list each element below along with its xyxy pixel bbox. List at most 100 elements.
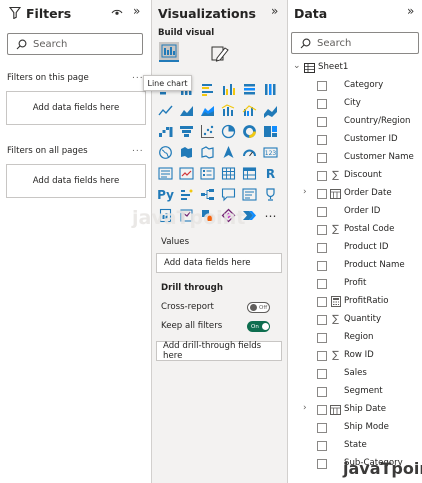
- map-icon[interactable]: [158, 145, 173, 160]
- field-item[interactable]: Product ID: [296, 239, 422, 257]
- slicer-icon[interactable]: [200, 166, 215, 181]
- field-checkbox[interactable]: [317, 243, 327, 253]
- drill-through-well[interactable]: Add drill-through fields here: [156, 341, 282, 361]
- field-checkbox[interactable]: [317, 279, 327, 289]
- python-visual-icon[interactable]: Py: [157, 187, 174, 202]
- build-visual-tab[interactable]: [159, 42, 179, 62]
- field-checkbox[interactable]: [317, 297, 327, 307]
- filters-search-input[interactable]: Search: [7, 33, 143, 55]
- gauge-icon[interactable]: [242, 145, 257, 160]
- goals-icon[interactable]: [263, 187, 278, 202]
- field-item[interactable]: Customer ID: [296, 131, 422, 149]
- field-checkbox[interactable]: [317, 189, 327, 199]
- keep-all-filters-toggle[interactable]: On: [247, 321, 270, 332]
- field-checkbox[interactable]: [317, 225, 327, 235]
- field-checkbox[interactable]: [317, 387, 327, 397]
- cross-report-toggle[interactable]: Off: [247, 302, 270, 313]
- field-item[interactable]: ProfitRatio: [296, 293, 422, 311]
- funnel-chart-icon[interactable]: [179, 124, 194, 139]
- table-icon[interactable]: [221, 166, 236, 181]
- field-checkbox[interactable]: [317, 315, 327, 325]
- field-item[interactable]: Region: [296, 329, 422, 347]
- field-item[interactable]: › Ship Date: [296, 401, 422, 419]
- filled-map-icon[interactable]: [179, 145, 194, 160]
- field-item[interactable]: City: [296, 95, 422, 113]
- stacked-area-chart-icon[interactable]: [200, 103, 215, 118]
- keep-all-filters-label: Keep all filters: [161, 321, 223, 331]
- field-item[interactable]: Product Name: [296, 257, 422, 275]
- field-item[interactable]: Sales: [296, 365, 422, 383]
- card-icon[interactable]: 123: [263, 145, 278, 160]
- field-checkbox[interactable]: [317, 171, 327, 181]
- field-name: Region: [344, 332, 374, 342]
- kpi-icon[interactable]: [179, 166, 194, 181]
- values-well[interactable]: Add data fields here: [156, 253, 282, 273]
- table-sheet1[interactable]: ⌄ Sheet1: [291, 59, 417, 77]
- line-and-clustered-column-chart-icon[interactable]: [242, 103, 257, 118]
- clustered-column-chart-icon[interactable]: [221, 82, 236, 97]
- format-visual-tab[interactable]: [210, 44, 230, 66]
- data-search-input[interactable]: Search: [291, 32, 419, 54]
- collapse-filters-icon[interactable]: »: [133, 4, 140, 18]
- more-options-icon[interactable]: ...: [132, 71, 144, 81]
- 100-stacked-column-chart-icon[interactable]: [263, 82, 278, 97]
- field-checkbox[interactable]: [317, 99, 327, 109]
- pie-chart-icon[interactable]: [221, 124, 236, 139]
- chevron-right-icon[interactable]: ›: [303, 187, 307, 197]
- more-options-icon[interactable]: ...: [132, 144, 144, 154]
- area-chart-icon[interactable]: [179, 103, 194, 118]
- field-item[interactable]: ∑ Discount: [296, 167, 422, 185]
- donut-chart-icon[interactable]: [242, 124, 257, 139]
- field-item[interactable]: Customer Name: [296, 149, 422, 167]
- line-chart-icon[interactable]: [158, 103, 173, 118]
- field-item[interactable]: Order ID: [296, 203, 422, 221]
- field-item[interactable]: › Order Date: [296, 185, 422, 203]
- calculator-icon: [330, 295, 341, 307]
- chevron-right-icon[interactable]: ›: [303, 403, 307, 413]
- field-checkbox[interactable]: [317, 441, 327, 451]
- smart-narrative-icon[interactable]: [242, 187, 257, 202]
- scatter-chart-icon[interactable]: [200, 124, 215, 139]
- field-item[interactable]: Profit: [296, 275, 422, 293]
- 100-stacked-bar-chart-icon[interactable]: [242, 82, 257, 97]
- azure-map-icon[interactable]: [221, 145, 236, 160]
- line-and-stacked-column-chart-icon[interactable]: [221, 103, 236, 118]
- field-checkbox[interactable]: [317, 459, 327, 469]
- collapse-visualizations-icon[interactable]: »: [271, 4, 278, 18]
- field-checkbox[interactable]: [317, 207, 327, 217]
- field-checkbox[interactable]: [317, 423, 327, 433]
- decomposition-tree-icon[interactable]: [200, 187, 215, 202]
- field-checkbox[interactable]: [317, 405, 327, 415]
- shape-map-icon[interactable]: [200, 145, 215, 160]
- field-checkbox[interactable]: [317, 261, 327, 271]
- matrix-icon[interactable]: [242, 166, 257, 181]
- field-item[interactable]: Category: [296, 77, 422, 95]
- field-checkbox[interactable]: [317, 81, 327, 91]
- waterfall-chart-icon[interactable]: [158, 124, 173, 139]
- field-checkbox[interactable]: [317, 117, 327, 127]
- field-checkbox[interactable]: [317, 351, 327, 361]
- field-item[interactable]: State: [296, 437, 422, 455]
- filters-this-page-well[interactable]: Add data fields here: [6, 91, 146, 125]
- field-checkbox[interactable]: [317, 333, 327, 343]
- field-checkbox[interactable]: [317, 135, 327, 145]
- collapse-data-icon[interactable]: »: [407, 4, 414, 18]
- ribbon-chart-icon[interactable]: [263, 103, 278, 118]
- eye-icon[interactable]: [111, 7, 123, 21]
- field-item[interactable]: ∑ Row ID: [296, 347, 422, 365]
- more-visuals-icon[interactable]: ⋯: [263, 208, 278, 223]
- r-script-visual-icon[interactable]: R: [263, 166, 278, 181]
- field-item[interactable]: ∑ Quantity: [296, 311, 422, 329]
- field-checkbox[interactable]: [317, 369, 327, 379]
- multi-row-card-icon[interactable]: [158, 166, 173, 181]
- filters-all-pages-well[interactable]: Add data fields here: [6, 164, 146, 198]
- treemap-icon[interactable]: [263, 124, 278, 139]
- clustered-bar-chart-icon[interactable]: [200, 82, 215, 97]
- field-item[interactable]: Ship Mode: [296, 419, 422, 437]
- field-item[interactable]: ∑ Postal Code: [296, 221, 422, 239]
- field-checkbox[interactable]: [317, 153, 327, 163]
- qa-visual-icon[interactable]: [221, 187, 236, 202]
- field-item[interactable]: Country/Region: [296, 113, 422, 131]
- key-influencers-icon[interactable]: [179, 187, 194, 202]
- field-item[interactable]: Segment: [296, 383, 422, 401]
